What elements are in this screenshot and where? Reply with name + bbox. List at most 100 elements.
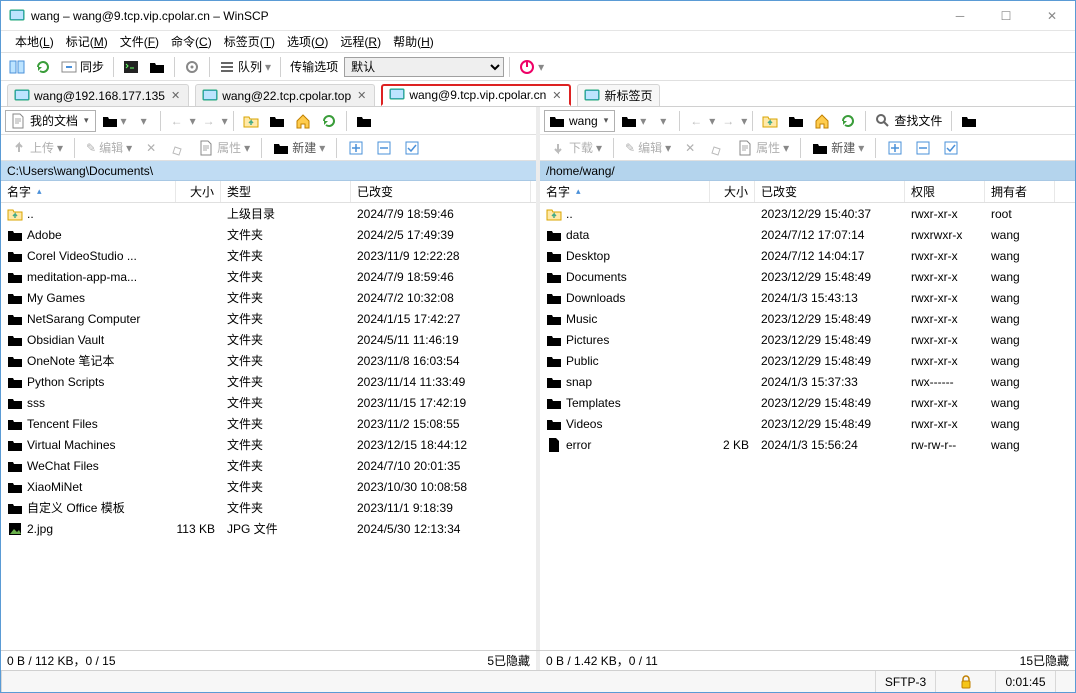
- session-tab-2[interactable]: wang@9.tcp.vip.cpolar.cn✕: [381, 84, 571, 106]
- list-item[interactable]: Music2023/12/29 15:48:49rwxr-xr-xwang: [540, 308, 1075, 329]
- remote-nav-dd[interactable]: ▾: [652, 110, 674, 132]
- list-item[interactable]: XiaoMiNet文件夹2023/10/30 10:08:58: [1, 476, 536, 497]
- sync-browse-button[interactable]: [31, 56, 55, 78]
- list-item[interactable]: sss文件夹2023/11/15 17:42:19: [1, 392, 536, 413]
- close-button[interactable]: ✕: [1029, 1, 1075, 30]
- local-bookmark[interactable]: [352, 110, 376, 132]
- list-item[interactable]: OneNote 笔记本文件夹2023/11/8 16:03:54: [1, 350, 536, 371]
- session-tab-1[interactable]: wang@22.tcp.cpolar.top✕: [195, 84, 375, 106]
- remote-home[interactable]: [810, 110, 834, 132]
- minimize-button[interactable]: ─: [937, 1, 983, 30]
- remote-col-perm[interactable]: 权限: [905, 181, 985, 202]
- menu-o[interactable]: 选项(O): [281, 31, 334, 52]
- local-col-changed[interactable]: 已改变: [351, 181, 531, 202]
- list-item[interactable]: ..2023/12/29 15:40:37rwxr-xr-xroot: [540, 203, 1075, 224]
- download-button[interactable]: 下载 ▾: [546, 137, 606, 159]
- local-edit-button[interactable]: ✎ 编辑 ▾: [82, 137, 136, 159]
- new-tab-button[interactable]: 新标签页: [577, 84, 659, 106]
- remote-path[interactable]: /home/wang/: [540, 161, 1075, 181]
- local-col-size[interactable]: 大小: [176, 181, 221, 202]
- local-delete-button[interactable]: ✕: [140, 137, 162, 159]
- terminal-button[interactable]: [119, 56, 143, 78]
- remote-properties-button[interactable]: 属性 ▾: [733, 137, 793, 159]
- list-item[interactable]: Templates2023/12/29 15:48:49rwxr-xr-xwan…: [540, 392, 1075, 413]
- remote-dir-combo[interactable]: wang ▾: [544, 110, 615, 132]
- local-select-check[interactable]: [400, 137, 424, 159]
- transfer-combo[interactable]: 默认: [344, 57, 504, 77]
- list-item[interactable]: Public2023/12/29 15:48:49rwxr-xr-xwang: [540, 350, 1075, 371]
- remote-find-button[interactable]: 查找文件: [871, 110, 946, 132]
- list-item[interactable]: Python Scripts文件夹2023/11/14 11:33:49: [1, 371, 536, 392]
- local-path[interactable]: C:\Users\wang\Documents\: [1, 161, 536, 181]
- local-refresh[interactable]: [317, 110, 341, 132]
- maximize-button[interactable]: ☐: [983, 1, 1029, 30]
- menu-l[interactable]: 本地(L): [9, 31, 60, 52]
- menu-r[interactable]: 远程(R): [334, 31, 387, 52]
- list-item[interactable]: Adobe文件夹2024/2/5 17:49:39: [1, 224, 536, 245]
- remote-new-button[interactable]: 新建 ▾: [808, 137, 868, 159]
- explore-button[interactable]: [145, 56, 169, 78]
- remote-select-plus[interactable]: [883, 137, 907, 159]
- local-open-folder[interactable]: ▾: [98, 110, 131, 132]
- remote-edit-button[interactable]: ✎ 编辑 ▾: [621, 137, 675, 159]
- list-item[interactable]: My Games文件夹2024/7/2 10:32:08: [1, 287, 536, 308]
- session-tab-0[interactable]: wang@192.168.177.135✕: [7, 84, 189, 106]
- list-item[interactable]: 自定义 Office 模板文件夹2023/11/1 9:18:39: [1, 497, 536, 518]
- gear-button[interactable]: [180, 56, 204, 78]
- local-up-folder[interactable]: [239, 110, 263, 132]
- list-item[interactable]: Corel VideoStudio ...文件夹2023/11/9 12:22:…: [1, 245, 536, 266]
- remote-forward[interactable]: →: [717, 110, 739, 132]
- local-col-type[interactable]: 类型: [221, 181, 351, 202]
- list-item[interactable]: WeChat Files文件夹2024/7/10 20:01:35: [1, 455, 536, 476]
- local-back[interactable]: ←: [166, 110, 188, 132]
- list-item[interactable]: Pictures2023/12/29 15:48:49rwxr-xr-xwang: [540, 329, 1075, 350]
- local-forward[interactable]: →: [198, 110, 220, 132]
- list-item[interactable]: Tencent Files文件夹2023/11/2 15:08:55: [1, 413, 536, 434]
- menu-c[interactable]: 命令(C): [165, 31, 218, 52]
- menu-m[interactable]: 标记(M): [60, 31, 114, 52]
- remote-root[interactable]: [784, 110, 808, 132]
- local-col-name[interactable]: 名字▴: [1, 181, 176, 202]
- remote-up-folder[interactable]: [758, 110, 782, 132]
- remote-col-name[interactable]: 名字▴: [540, 181, 710, 202]
- remote-col-owner[interactable]: 拥有者: [985, 181, 1055, 202]
- queue-button[interactable]: 队列 ▾: [215, 56, 275, 78]
- list-item[interactable]: Virtual Machines文件夹2023/12/15 18:44:12: [1, 434, 536, 455]
- remote-select-check[interactable]: [939, 137, 963, 159]
- menu-t[interactable]: 标签页(T): [218, 31, 281, 52]
- list-item[interactable]: Videos2023/12/29 15:48:49rwxr-xr-xwang: [540, 413, 1075, 434]
- tab-close-icon[interactable]: ✕: [550, 89, 563, 102]
- sync-button[interactable]: 同步: [57, 56, 108, 78]
- list-item[interactable]: Downloads2024/1/3 15:43:13rwxr-xr-xwang: [540, 287, 1075, 308]
- list-item[interactable]: 2.jpg113 KBJPG 文件2024/5/30 12:13:34: [1, 518, 536, 539]
- remote-list[interactable]: ..2023/12/29 15:40:37rwxr-xr-xrootdata20…: [540, 203, 1075, 650]
- remote-bookmark[interactable]: [957, 110, 981, 132]
- local-home[interactable]: [291, 110, 315, 132]
- list-item[interactable]: error2 KB2024/1/3 15:56:24rw-rw-r--wang: [540, 434, 1075, 455]
- tab-close-icon[interactable]: ✕: [169, 89, 182, 102]
- menu-f[interactable]: 文件(F): [114, 31, 165, 52]
- list-item[interactable]: Desktop2024/7/12 14:04:17rwxr-xr-xwang: [540, 245, 1075, 266]
- local-list[interactable]: ..上级目录2024/7/9 18:59:46Adobe文件夹2024/2/5 …: [1, 203, 536, 650]
- local-drive-combo[interactable]: 我的文档 ▾: [5, 110, 96, 132]
- local-rename-button[interactable]: [166, 137, 190, 159]
- list-item[interactable]: Obsidian Vault文件夹2024/5/11 11:46:19: [1, 329, 536, 350]
- list-item[interactable]: Documents2023/12/29 15:48:49rwxr-xr-xwan…: [540, 266, 1075, 287]
- local-select-plus[interactable]: [344, 137, 368, 159]
- local-nav-dd[interactable]: ▾: [133, 110, 155, 132]
- layout-button[interactable]: [5, 56, 29, 78]
- remote-col-changed[interactable]: 已改变: [755, 181, 905, 202]
- remote-select-minus[interactable]: [911, 137, 935, 159]
- local-root[interactable]: [265, 110, 289, 132]
- disconnect-button[interactable]: ▾: [515, 56, 548, 78]
- remote-open-folder[interactable]: ▾: [617, 110, 650, 132]
- remote-refresh[interactable]: [836, 110, 860, 132]
- tab-close-icon[interactable]: ✕: [355, 89, 368, 102]
- remote-col-size[interactable]: 大小: [710, 181, 755, 202]
- menu-h[interactable]: 帮助(H): [387, 31, 440, 52]
- list-item[interactable]: ..上级目录2024/7/9 18:59:46: [1, 203, 536, 224]
- list-item[interactable]: meditation-app-ma...文件夹2024/7/9 18:59:46: [1, 266, 536, 287]
- upload-button[interactable]: 上传 ▾: [7, 137, 67, 159]
- local-new-button[interactable]: 新建 ▾: [269, 137, 329, 159]
- local-properties-button[interactable]: 属性 ▾: [194, 137, 254, 159]
